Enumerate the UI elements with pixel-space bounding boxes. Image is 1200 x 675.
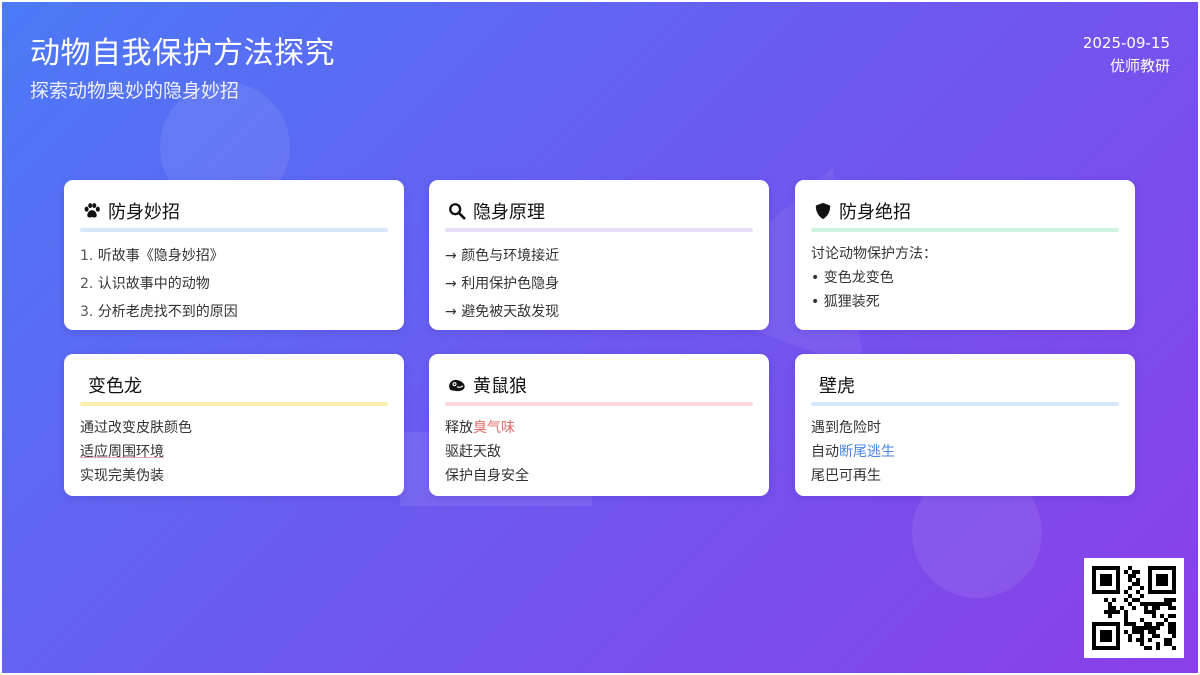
qr-code-icon[interactable] <box>1084 558 1184 658</box>
card-divider <box>811 228 1119 232</box>
card-title: 防身绝招 <box>839 202 911 223</box>
list-item: → 颜色与环境接近 <box>445 248 560 264</box>
body-line: 遇到危险时 <box>811 420 881 436</box>
weasel-icon <box>447 375 467 395</box>
card-divider <box>80 402 388 406</box>
card-title: 隐身原理 <box>473 202 545 223</box>
card-header: 变色龙 <box>80 372 388 398</box>
card-gecko: 壁虎 遇到危险时 自动断尾逃生 尾巴可再生 <box>795 354 1135 496</box>
card-header: 壁虎 <box>811 372 1119 398</box>
card-header: 隐身原理 <box>445 198 753 224</box>
body-line: 自动断尾逃生 <box>811 444 895 460</box>
list-item: → 避免被天敌发现 <box>445 304 560 320</box>
body-line: 通过改变皮肤颜色 <box>80 420 192 436</box>
list-item: • 变色龙变色 <box>811 270 894 286</box>
date-label: 2025-09-15 <box>1082 34 1170 52</box>
card-intro: 讨论动物保护方法： <box>811 246 937 262</box>
search-icon <box>447 201 467 221</box>
card-divider <box>811 402 1119 406</box>
list-item: 3. 分析老虎找不到的原因 <box>80 304 238 320</box>
body-line: 实现完美伪装 <box>80 468 164 484</box>
principle-list: → 颜色与环境接近 → 利用保护色隐身 → 避免被天敌发现 <box>445 242 753 326</box>
author-label: 优师教研 <box>1109 57 1170 75</box>
body-line: 释放臭气味 <box>445 420 515 436</box>
list-item: 1. 听故事《隐身妙招》 <box>80 248 224 264</box>
card-camouflage-principle: 隐身原理 → 颜色与环境接近 → 利用保护色隐身 → 避免被天敌发现 <box>429 180 769 330</box>
card-title: 黄鼠狼 <box>473 376 527 397</box>
page-subtitle: 探索动物奥妙的隐身妙招 <box>30 80 240 102</box>
card-divider <box>445 228 753 232</box>
card-divider <box>80 228 388 232</box>
card-divider <box>445 402 753 406</box>
card-body: 释放臭气味 驱赶天敌 保护自身安全 <box>445 416 753 488</box>
body-line: 保护自身安全 <box>445 468 529 484</box>
body-line: 驱赶天敌 <box>445 444 501 460</box>
qr-code-graphic <box>1092 566 1176 650</box>
card-body: 通过改变皮肤颜色 适应周围环境 实现完美伪装 <box>80 416 388 488</box>
list-item: • 狐狸装死 <box>811 294 880 310</box>
page-title: 动物自我保护方法探究 <box>30 36 335 71</box>
paw-icon <box>82 201 102 221</box>
card-defense-tricks: 防身妙招 1. 听故事《隐身妙招》 2. 认识故事中的动物 3. 分析老虎找不到… <box>64 180 404 330</box>
card-header: 防身妙招 <box>80 198 388 224</box>
highlight-text: 断尾逃生 <box>839 444 895 460</box>
shield-icon <box>813 201 833 221</box>
card-weasel: 黄鼠狼 释放臭气味 驱赶天敌 保护自身安全 <box>429 354 769 496</box>
card-title: 变色龙 <box>88 376 142 397</box>
list-item: → 利用保护色隐身 <box>445 276 560 292</box>
card-chameleon: 变色龙 通过改变皮肤颜色 适应周围环境 实现完美伪装 <box>64 354 404 496</box>
list-item: 2. 认识故事中的动物 <box>80 276 210 292</box>
card-body: 遇到危险时 自动断尾逃生 尾巴可再生 <box>811 416 1119 488</box>
body-line: 适应周围环境 <box>80 444 164 460</box>
card-header: 防身绝招 <box>811 198 1119 224</box>
card-title: 防身妙招 <box>108 202 180 223</box>
card-defense-skills: 防身绝招 讨论动物保护方法： • 变色龙变色 • 狐狸装死 <box>795 180 1135 330</box>
method-list: • 变色龙变色 • 狐狸装死 <box>811 266 1119 314</box>
highlight-text: 臭气味 <box>473 420 515 436</box>
body-line: 尾巴可再生 <box>811 468 881 484</box>
card-title: 壁虎 <box>819 376 855 397</box>
header-meta: 2025-09-15 优师教研 <box>1083 32 1170 78</box>
card-header: 黄鼠狼 <box>445 372 753 398</box>
steps-list: 1. 听故事《隐身妙招》 2. 认识故事中的动物 3. 分析老虎找不到的原因 <box>80 242 388 326</box>
